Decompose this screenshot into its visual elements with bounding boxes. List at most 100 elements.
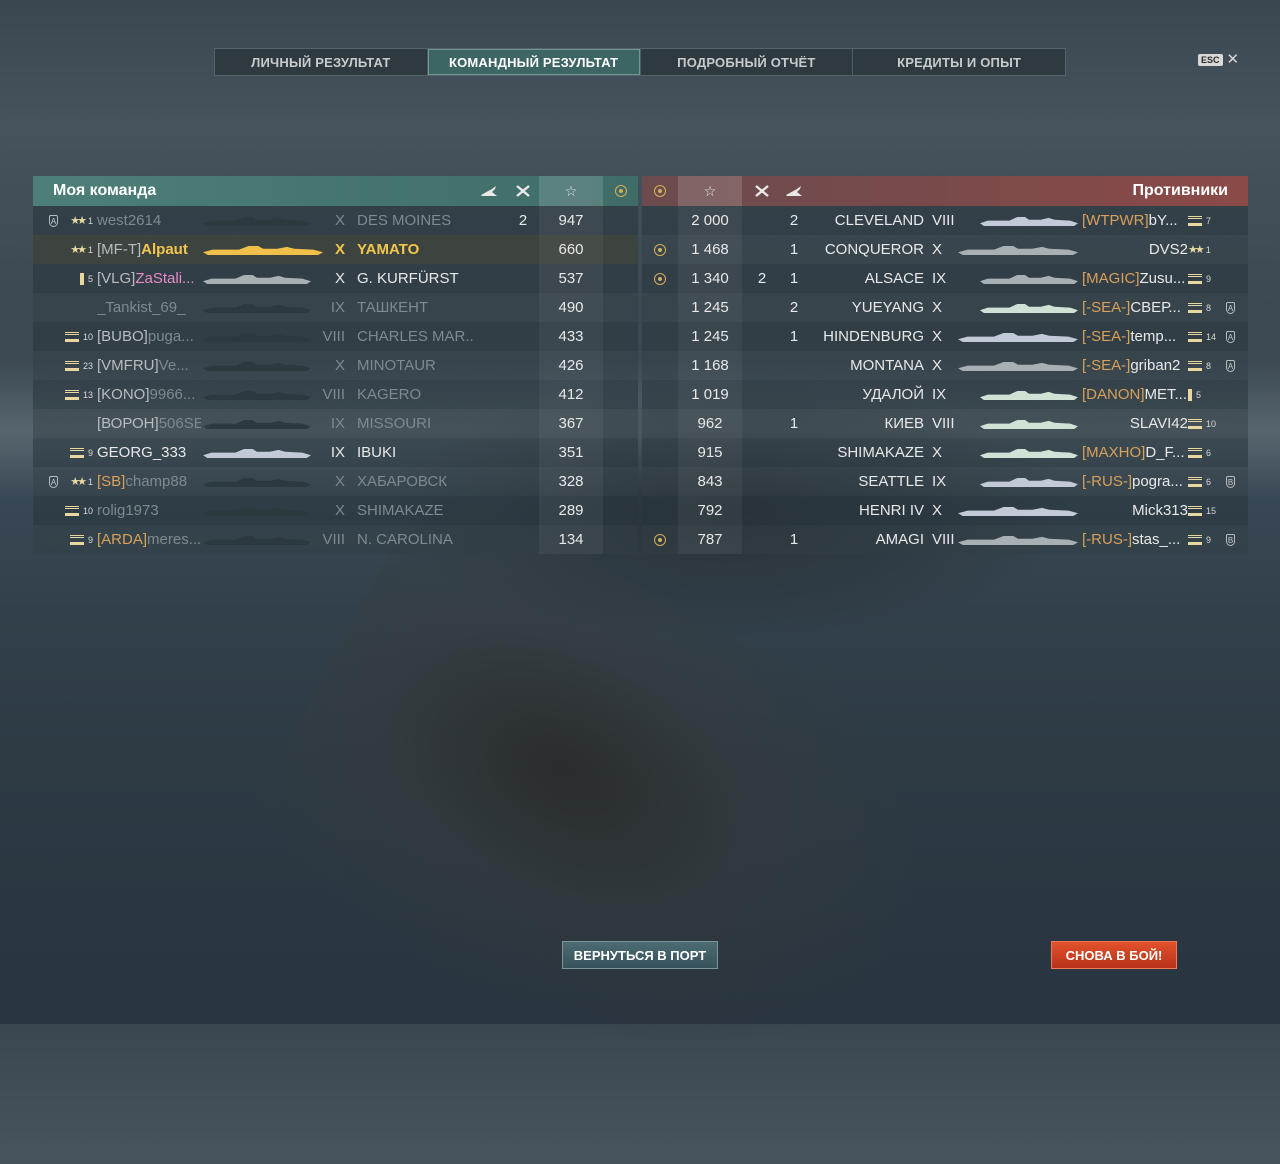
tab-team-result[interactable]: КОМАНДНЫЙ РЕЗУЛЬТАТ — [427, 49, 641, 75]
rank-number: 9 — [87, 447, 93, 458]
table-row[interactable]: 787 1 AMAGI VIII [-RUS-] stas_... 9 B — [642, 525, 1248, 554]
table-row[interactable]: 792 HENRI IV X Mick313 15 — [642, 496, 1248, 525]
table-row[interactable]: 9 [ARDA] meres... VIII N. CAROLINA 134 — [33, 525, 638, 554]
table-row[interactable]: 915 SHIMAKAZE X [MAXHO] D_F... 6 — [642, 438, 1248, 467]
rank-number: 8 — [1206, 302, 1212, 313]
rank-chevron-icon — [1188, 273, 1202, 284]
table-row[interactable]: 9 GEORG_333 IX IBUKI 351 — [33, 438, 638, 467]
ship-silhouette — [958, 333, 1078, 342]
player-name: west2614 — [97, 212, 162, 229]
score: 947 — [539, 206, 603, 235]
ship-name: YAMATO — [357, 241, 420, 258]
player-name: МЕТ... — [1144, 386, 1188, 403]
ships-destroyed — [778, 467, 810, 496]
clan-tag: [-RUS-] — [1082, 531, 1132, 548]
player-name: griban2 — [1130, 357, 1181, 374]
rank-number: 7 — [1206, 215, 1212, 226]
player-name: Zusu... — [1139, 270, 1186, 287]
player-name: Ve... — [158, 357, 189, 374]
player-name: SLAVI42 — [1129, 415, 1188, 432]
ship-name: MISSOURI — [357, 415, 432, 432]
player-name: pogra... — [1132, 473, 1183, 490]
ship-silhouette — [958, 362, 1078, 371]
ship-silhouette — [203, 449, 311, 458]
planes-destroyed — [746, 351, 778, 380]
ship-silhouette — [203, 275, 311, 284]
rank-chevron-icon — [64, 505, 79, 516]
score: 660 — [539, 235, 603, 264]
table-row[interactable]: [ВОРОН]506SERG... IX MISSOURI 367 — [33, 409, 638, 438]
ships-destroyed: 2 — [789, 299, 799, 316]
close-button[interactable]: ESC ✕ — [1198, 52, 1239, 67]
return-to-port-button[interactable]: ВЕРНУТЬСЯ В ПОРТ — [562, 941, 718, 969]
ship-name: DES MOINES — [357, 212, 452, 229]
clan-tag: [DANON] — [1082, 386, 1145, 403]
table-row[interactable]: 10 rolig1973 X SHIMAKAZE 289 — [33, 496, 638, 525]
score: 367 — [539, 409, 603, 438]
table-row[interactable]: 2 000 2 CLEVELAND VIII [WTPWR] bY... 7 — [642, 206, 1248, 235]
table-row[interactable]: 1 245 1 HINDENBURG X [-SEA-] temp... 14 A — [642, 322, 1248, 351]
rank-number: 1 — [87, 244, 93, 255]
ship-silhouette — [980, 420, 1078, 429]
tab-credits-xp[interactable]: КРЕДИТЫ И ОПЫТ — [853, 49, 1065, 75]
ship-tier: X — [932, 357, 943, 374]
ships-destroyed-icon — [746, 176, 778, 206]
ships-destroyed: 1 — [789, 328, 799, 345]
results-tabs: ЛИЧНЫЙ РЕЗУЛЬТАТ КОМАНДНЫЙ РЕЗУЛЬТАТ ПОД… — [214, 48, 1066, 76]
ship-name: ХАБАРОВСК — [357, 473, 447, 490]
ships-destroyed-icon — [507, 176, 539, 206]
rank-number: 10 — [82, 331, 93, 342]
medal-column-icon — [644, 176, 676, 206]
ship-name: N. CAROLINA — [357, 531, 453, 548]
score: 792 — [678, 496, 742, 525]
rank-chevron-icon — [1188, 476, 1202, 487]
tab-personal-result[interactable]: ЛИЧНЫЙ РЕЗУЛЬТАТ — [215, 49, 428, 75]
player-name: temp... — [1130, 328, 1177, 345]
table-row[interactable]: A ★★ 1 [SB] champ88 X ХАБАРОВСК 328 — [33, 467, 638, 496]
rank-number: 8 — [1206, 360, 1212, 371]
ship-silhouette — [980, 304, 1078, 313]
ship-silhouette — [203, 391, 311, 400]
table-row[interactable]: 13 [KONO] 9966... VIII KAGERO 412 — [33, 380, 638, 409]
medal-icon — [654, 243, 666, 256]
rank-chevron-icon — [64, 360, 79, 371]
table-row[interactable]: ★★ 1 [MF-T] Alpaut X YAMATO 660 — [33, 235, 638, 264]
tab-detailed-report[interactable]: ПОДРОБНЫЙ ОТЧЁТ — [641, 49, 854, 75]
ship-tier: IX — [330, 415, 345, 432]
player-name: 9966... — [149, 386, 196, 403]
table-row[interactable]: 1 468 1 CONQUEROR X DVS2 ★★ 1 — [642, 235, 1248, 264]
table-row[interactable]: 23 [VMFRU] Ve... X MINOTAUR 426 — [33, 351, 638, 380]
planes-destroyed — [746, 438, 778, 467]
battle-again-button[interactable]: СНОВА В БОЙ! — [1051, 941, 1177, 969]
rank-chevron-icon — [1188, 331, 1202, 342]
ship-tier: X — [932, 299, 943, 316]
table-row[interactable]: 5 [VLG] ZaStali... X G. KURFÜRST 537 — [33, 264, 638, 293]
score-column-header: ☆ — [539, 176, 603, 206]
table-row[interactable]: 1 019 УДАЛОЙ IX [DANON] МЕТ... 5 — [642, 380, 1248, 409]
table-row[interactable]: 962 1 КИЕВ VIII SLAVI42 10 — [642, 409, 1248, 438]
table-row[interactable]: 1 245 2 YUEYANG X [-SEA-] СВЕР... 8 A — [642, 293, 1248, 322]
medal-icon — [654, 185, 666, 197]
table-row[interactable]: _Tankist_69_ IX ТАШКЕНТ 490 — [33, 293, 638, 322]
rank-number: 10 — [1206, 418, 1217, 429]
ship-name: AMAGI — [875, 531, 924, 548]
ship-tier: X — [334, 212, 345, 229]
table-row[interactable]: 10 [BUBO] puga... VIII CHARLES MAR... 433 — [33, 322, 638, 351]
ship-tier: X — [334, 473, 345, 490]
table-row[interactable]: 1 340 2 1 ALSACE IX [MAGIC] Zusu... 9 — [642, 264, 1248, 293]
my-team-title: Моя команда — [53, 182, 157, 199]
table-row[interactable]: 843 SEATTLE IX [-RUS-] pogra... 6 B — [642, 467, 1248, 496]
ship-silhouette — [203, 333, 311, 342]
rank-stars-icon: ★★ — [70, 244, 87, 256]
rank-chevron-icon — [1188, 505, 1202, 516]
medal-icon — [654, 533, 666, 546]
table-row[interactable]: A ★★ 1 west2614 X DES MOINES 2 947 — [33, 206, 638, 235]
rank-number: 1 — [1205, 244, 1211, 255]
rank-number: 14 — [1206, 331, 1217, 342]
ship-tier: X — [334, 502, 345, 519]
score: 1 168 — [678, 351, 742, 380]
clan-tag: [BUBO] — [97, 328, 148, 345]
score: 328 — [539, 467, 603, 496]
table-row[interactable]: 1 168 MONTANA X [-SEA-] griban2 8 A — [642, 351, 1248, 380]
enemy-team-panel: ☆ Противники 2 000 2 CLEVELAND VIII [WTP… — [642, 176, 1248, 554]
